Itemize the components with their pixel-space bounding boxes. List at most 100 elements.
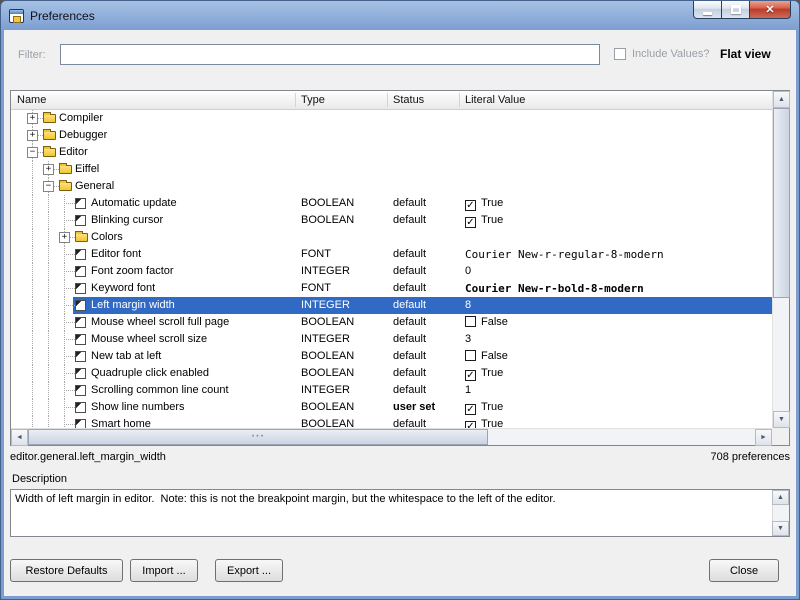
checkbox-checked-icon[interactable]: ✓ [465, 217, 476, 228]
row-status: default [393, 246, 426, 263]
tree-row[interactable]: Automatic updateBOOLEANdefault✓True [11, 195, 772, 212]
column-divider [295, 93, 296, 107]
tree-row[interactable]: Mouse wheel scroll full pageBOOLEANdefau… [11, 314, 772, 331]
tree-guide-line [32, 246, 33, 263]
tree-row[interactable]: Editor fontFONTdefaultCourier New-r-regu… [11, 246, 772, 263]
description-label: Description [12, 473, 67, 485]
import-button[interactable]: Import ... [130, 559, 198, 582]
tree-guide-line [32, 212, 33, 229]
include-values-checkbox[interactable] [614, 48, 626, 60]
tree-body: +Compiler+Debugger − Editor+Eiffel − General… [11, 110, 772, 428]
scroll-down-icon[interactable]: ▼ [773, 411, 790, 428]
tree-row[interactable]: +Compiler [11, 110, 772, 127]
tree-row[interactable]: +Colors [11, 229, 772, 246]
tree-guide-line [48, 399, 49, 416]
preference-icon [75, 198, 86, 209]
tree-guide-line [32, 365, 33, 382]
tree-row[interactable]: +Eiffel [11, 161, 772, 178]
row-status: default [393, 331, 426, 348]
preference-icon [75, 300, 86, 311]
row-label: Editor font [91, 246, 141, 263]
row-label: General [75, 178, 114, 195]
checkbox-checked-icon[interactable]: ✓ [465, 370, 476, 381]
titlebar[interactable]: Preferences ✕ [1, 1, 799, 30]
collapse-icon[interactable]: − [43, 181, 54, 192]
tree-row[interactable]: Smart homeBOOLEANdefault✓True [11, 416, 772, 428]
close-button[interactable]: ✕ [749, 1, 791, 19]
collapse-icon[interactable]: − [27, 147, 38, 158]
row-type: BOOLEAN [301, 212, 354, 229]
row-type: INTEGER [301, 382, 350, 399]
tree-row[interactable]: +Debugger [11, 127, 772, 144]
dialog-body: Filter: Include Values? Flat view Name T… [4, 30, 796, 596]
preference-icon [75, 266, 86, 277]
scroll-up-icon[interactable]: ▲ [773, 91, 790, 108]
row-label: Mouse wheel scroll size [91, 331, 207, 348]
tree-row[interactable]: New tab at leftBOOLEANdefaultFalse [11, 348, 772, 365]
checkbox-value-label: True [481, 214, 503, 226]
filter-input[interactable] [60, 44, 600, 65]
horizontal-scrollbar-thumb[interactable]: ··· [28, 429, 488, 445]
tree-row[interactable]: Font zoom factorINTEGERdefault0 [11, 263, 772, 280]
window-title: Preferences [30, 9, 95, 23]
row-status: default [393, 314, 426, 331]
vertical-scrollbar-thumb[interactable] [773, 108, 790, 298]
close-dialog-button[interactable]: Close [709, 559, 779, 582]
vertical-scrollbar[interactable]: ▲ ▼ [772, 91, 789, 428]
tree-guide-line [32, 229, 33, 246]
expand-icon[interactable]: + [59, 232, 70, 243]
column-header-status[interactable]: Status [393, 91, 424, 110]
folder-icon [75, 233, 88, 242]
column-header-type[interactable]: Type [301, 91, 325, 110]
description-scrollbar[interactable]: ▲ ▼ [772, 490, 789, 536]
caption-buttons: ✕ [694, 1, 791, 19]
expand-icon[interactable]: + [43, 164, 54, 175]
tree-row[interactable]: Keyword fontFONTdefaultCourier New-r-bol… [11, 280, 772, 297]
column-header-name[interactable]: Name [17, 91, 46, 110]
tree-guide-line [48, 246, 49, 263]
tree-row[interactable]: − General [11, 178, 772, 195]
checkbox-checked-icon[interactable]: ✓ [465, 404, 476, 415]
tree-row[interactable]: − Editor [11, 144, 772, 161]
horizontal-scrollbar[interactable]: ◄ ··· ► [11, 428, 772, 445]
folder-icon [43, 114, 56, 123]
expand-icon[interactable]: + [27, 113, 38, 124]
tree-guide-line [48, 348, 49, 365]
row-literal-value: 3 [465, 331, 471, 348]
tree-row[interactable]: Quadruple click enabledBOOLEANdefault✓Tr… [11, 365, 772, 382]
scroll-left-icon[interactable]: ◄ [11, 429, 28, 446]
tree-guide-line [32, 348, 33, 365]
tree-guide-line [64, 254, 75, 255]
close-icon: ✕ [765, 2, 774, 18]
tree-row[interactable]: Mouse wheel scroll sizeINTEGERdefault3 [11, 331, 772, 348]
preference-icon [75, 402, 86, 413]
selected-preference-path: editor.general.left_margin_width [10, 451, 166, 463]
tree-guide-line [32, 314, 33, 331]
export-button[interactable]: Export ... [215, 559, 283, 582]
preferences-tree: Name Type Status Literal Value +Compiler… [10, 90, 790, 446]
restore-defaults-button[interactable]: Restore Defaults [10, 559, 123, 582]
row-type: BOOLEAN [301, 365, 354, 382]
minimize-button[interactable] [693, 1, 722, 19]
tree-row[interactable]: Left margin widthINTEGERdefault8 [11, 297, 772, 314]
scroll-right-icon[interactable]: ► [755, 429, 772, 446]
checkbox-value-label: False [481, 316, 508, 328]
description-scroll-down-icon[interactable]: ▼ [772, 521, 789, 536]
tree-row[interactable]: Scrolling common line countINTEGERdefaul… [11, 382, 772, 399]
tree-row[interactable]: Show line numbersBOOLEANuser set✓True [11, 399, 772, 416]
flat-view-button[interactable]: Flat view [720, 47, 771, 61]
row-type: INTEGER [301, 297, 350, 314]
description-scroll-up-icon[interactable]: ▲ [772, 490, 789, 505]
tree-guide-line [64, 305, 75, 306]
checkbox-checked-icon[interactable]: ✓ [465, 200, 476, 211]
checkbox-checked-icon[interactable]: ✓ [465, 421, 476, 428]
expand-icon[interactable]: + [27, 130, 38, 141]
checkbox-unchecked-icon[interactable] [465, 316, 476, 327]
maximize-button[interactable] [721, 1, 750, 19]
row-label: Editor [59, 144, 88, 161]
checkbox-unchecked-icon[interactable] [465, 350, 476, 361]
checkbox-value-label: True [481, 367, 503, 379]
column-header-literal-value[interactable]: Literal Value [465, 91, 525, 110]
tree-row[interactable]: Blinking cursorBOOLEANdefault✓True [11, 212, 772, 229]
tree-guide-line [64, 339, 75, 340]
